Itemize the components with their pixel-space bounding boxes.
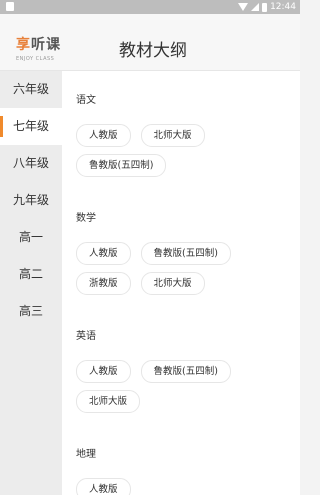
- subject-list: 语文 人教版 北师大版 鲁教版(五四制) 数学 人教版 鲁教版(五四制) 浙教版…: [62, 71, 300, 495]
- edition-chips: 人教版 鲁教版(五四制) 浙教版 北师大版: [76, 242, 300, 295]
- notification-icon: [6, 2, 14, 11]
- wifi-icon: [238, 3, 249, 11]
- edition-chip[interactable]: 人教版: [76, 478, 131, 495]
- grade-sidebar: 六年级 七年级 八年级 九年级 高一 高二 高三: [0, 71, 62, 495]
- edition-chip[interactable]: 人教版: [76, 124, 131, 147]
- edition-chip[interactable]: 鲁教版(五四制): [140, 242, 231, 265]
- edition-chip[interactable]: 鲁教版(五四制): [76, 154, 167, 177]
- sidebar-item-grade6[interactable]: 六年级: [0, 71, 62, 108]
- edition-chip[interactable]: 浙教版: [76, 272, 131, 295]
- edition-chips: 人教版 北师大版 鲁教版(五四制): [76, 124, 300, 177]
- signal-icon: [251, 3, 260, 11]
- sidebar-item-senior3[interactable]: 高三: [0, 293, 62, 330]
- status-time: 12:44: [270, 2, 296, 12]
- edition-chips: 人教版: [76, 478, 300, 495]
- edition-chips: 人教版 鲁教版(五四制) 北师大版: [76, 360, 300, 413]
- subject-section-chinese: 语文 人教版 北师大版 鲁教版(五四制): [62, 71, 300, 177]
- status-bar: 12:44: [0, 0, 300, 14]
- subject-title: 数学: [76, 213, 96, 224]
- subject-section-math: 数学 人教版 鲁教版(五四制) 浙教版 北师大版: [62, 189, 300, 295]
- sidebar-item-grade7[interactable]: 七年级: [0, 108, 62, 145]
- subject-title: 地理: [76, 449, 96, 460]
- sidebar-item-senior2[interactable]: 高二: [0, 256, 62, 293]
- edition-chip[interactable]: 鲁教版(五四制): [140, 360, 231, 383]
- edition-chip[interactable]: 人教版: [76, 360, 131, 383]
- sidebar-item-grade8[interactable]: 八年级: [0, 145, 62, 182]
- subject-section-geography: 地理 人教版: [62, 425, 300, 495]
- page-title: 教材大纲: [119, 41, 187, 61]
- sidebar-item-grade9[interactable]: 九年级: [0, 182, 62, 219]
- edition-chip[interactable]: 北师大版: [76, 390, 141, 413]
- battery-icon: [262, 2, 268, 12]
- edition-chip[interactable]: 北师大版: [140, 272, 205, 295]
- edition-chip[interactable]: 人教版: [76, 242, 131, 265]
- sidebar-item-senior1[interactable]: 高一: [0, 219, 62, 256]
- subject-title: 英语: [76, 331, 96, 342]
- subject-title: 语文: [76, 95, 96, 106]
- app-header: 享听课 ENJOY CLASS 教材大纲: [0, 14, 300, 71]
- subject-section-english: 英语 人教版 鲁教版(五四制) 北师大版: [62, 307, 300, 413]
- edition-chip[interactable]: 北师大版: [140, 124, 205, 147]
